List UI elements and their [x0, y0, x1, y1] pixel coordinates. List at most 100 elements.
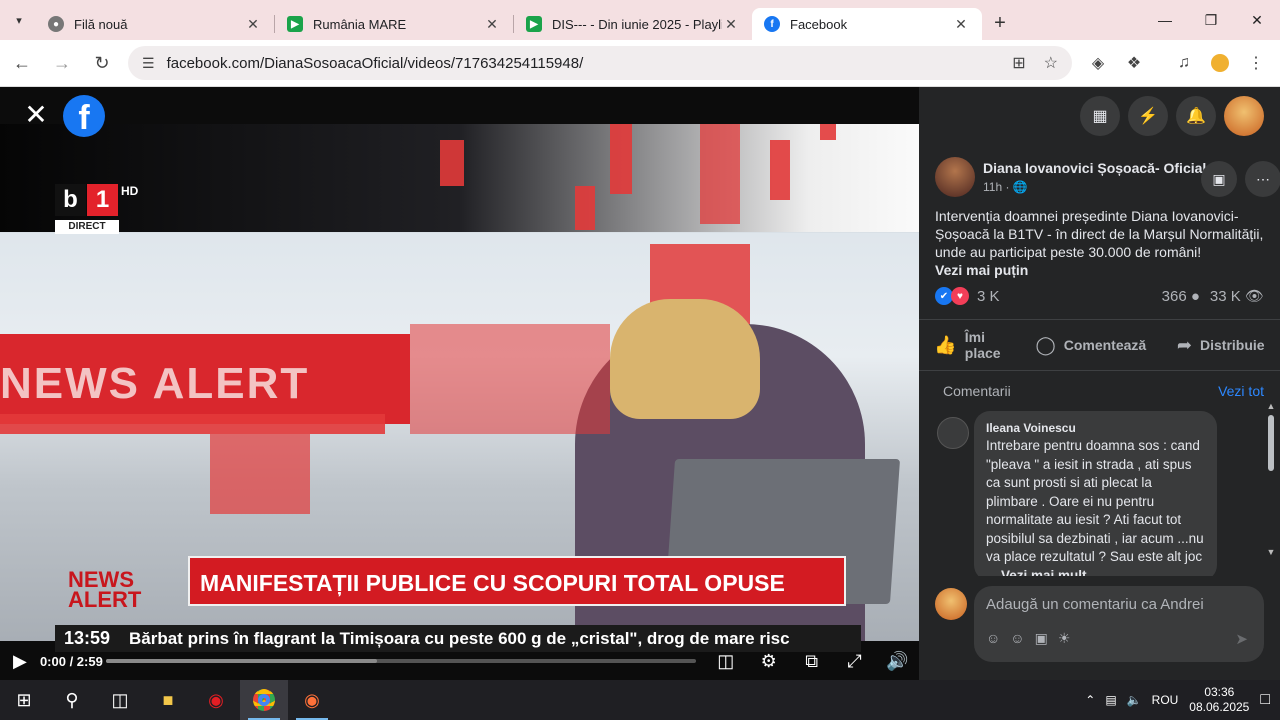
my-avatar[interactable]: [935, 588, 967, 620]
comment-text: Intrebare pentru doamna sos : cand "plea…: [986, 438, 1204, 576]
network-icon[interactable]: ▤: [1105, 693, 1116, 707]
tab-playlist[interactable]: ▶ DIS--- - Din iunie 2025 - Playlist ✕: [514, 8, 752, 40]
reaction-count[interactable]: 3 K: [977, 288, 1000, 305]
chrome-taskbar-icon[interactable]: [240, 680, 288, 720]
recorder-icon[interactable]: ◉: [192, 680, 240, 720]
play-icon: ▶: [526, 16, 542, 32]
minimize-icon[interactable]: —: [1142, 0, 1188, 40]
post-author[interactable]: Diana Iovanovici Șoșoacă- Oficial: [983, 160, 1206, 176]
tab-romania-mare[interactable]: ▶ Rumânia MARE ✕: [275, 8, 513, 40]
send-icon[interactable]: ➤: [1235, 630, 1248, 648]
close-tab-icon[interactable]: ✕: [722, 16, 740, 33]
glitch-block: [700, 124, 740, 224]
comment-placeholder[interactable]: Adaugă un comentariu ca Andrei: [986, 596, 1204, 613]
kebab-menu-icon[interactable]: ⋮: [1238, 45, 1274, 81]
love-reaction-icon[interactable]: ♥: [951, 287, 969, 305]
tray-chevron-icon[interactable]: ⌃: [1085, 693, 1095, 707]
news-alert-label: NEWS ALERT: [68, 567, 142, 612]
like-label: Îmi place: [964, 329, 1001, 361]
start-windows-icon[interactable]: ⊞: [0, 680, 48, 720]
glitch-block: [770, 140, 790, 200]
author-avatar[interactable]: [935, 157, 975, 197]
post-text: Intervenția doamnei președinte Diana Iov…: [919, 201, 1280, 279]
restore-icon[interactable]: ❐: [1188, 0, 1234, 40]
close-tab-icon[interactable]: ✕: [952, 16, 970, 33]
speaker-icon[interactable]: 🔈: [1127, 693, 1142, 707]
profile-switch-icon[interactable]: ◈: [1080, 45, 1116, 81]
captions-icon[interactable]: ◫: [704, 651, 747, 672]
close-tab-icon[interactable]: ✕: [483, 16, 501, 33]
fullscreen-icon[interactable]: ⤢: [833, 651, 876, 672]
gif-icon[interactable]: ▣: [1035, 630, 1048, 647]
comment-button[interactable]: ◯ Comentează: [1036, 335, 1147, 356]
firefox-icon[interactable]: ◉: [288, 680, 336, 720]
post-sidebar: ▦ ⚡ 🔔 Diana Iovanovici Șoșoacă- Oficial …: [919, 87, 1280, 680]
logo-b: b: [55, 184, 86, 216]
scroll-up-icon[interactable]: ▲: [1266, 401, 1276, 411]
browser-tab-strip: ▾ ● Filă nouă ✕ ▶ Rumânia MARE ✕ ▶ DIS--…: [0, 0, 1280, 40]
scroll-thumb[interactable]: [1268, 415, 1274, 471]
like-button[interactable]: 👍 Îmi place: [934, 329, 1004, 361]
install-app-icon[interactable]: ⊞: [1012, 53, 1025, 73]
logo-hd: HD: [121, 184, 139, 198]
notifications-icon[interactable]: □: [1260, 691, 1270, 709]
address-bar[interactable]: ☰ facebook.com/DianaSosoacaOficial/video…: [128, 46, 1072, 80]
search-icon[interactable]: ⚲: [48, 680, 96, 720]
facebook-logo-icon[interactable]: f: [63, 95, 105, 137]
avatar-sticker-icon[interactable]: ☺: [986, 630, 1000, 647]
close-window-icon[interactable]: ✕: [1234, 0, 1280, 40]
scroll-down-icon[interactable]: ▼: [1266, 547, 1276, 557]
menu-grid-icon[interactable]: ▦: [1080, 96, 1120, 136]
commenter-name[interactable]: Ileana Voinescu: [986, 421, 1205, 435]
play-icon[interactable]: ▶: [0, 651, 40, 672]
see-less-link[interactable]: Vezi mai puțin: [935, 261, 1264, 279]
sticker-icon[interactable]: ☀: [1058, 630, 1071, 647]
url-text[interactable]: facebook.com/DianaSosoacaOficial/videos/…: [167, 55, 995, 72]
see-all-link[interactable]: Vezi tot: [1218, 383, 1264, 399]
progress-bar[interactable]: [105, 659, 697, 663]
b1-tv-logo: b 1 HD DIRECT: [55, 184, 138, 242]
post-actions: 👍 Îmi place ◯ Comentează ➦ Distribuie: [919, 319, 1280, 371]
emoji-icon[interactable]: ☺: [1010, 630, 1024, 647]
tab-search-chevron-icon[interactable]: ▾: [2, 5, 36, 35]
media-controls-icon[interactable]: ♫: [1166, 45, 1202, 81]
post-header: Diana Iovanovici Șoșoacă- Oficial 11h · …: [919, 145, 1280, 201]
video-player[interactable]: NEWS ALERT b 1 HD DIRECT NEWS ALERT MANI…: [0, 87, 919, 680]
account-avatar[interactable]: [1224, 96, 1264, 136]
see-more-link[interactable]: Vezi mai mult: [1001, 568, 1087, 577]
new-tab-plus-icon[interactable]: +: [982, 12, 1018, 35]
share-button[interactable]: ➦ Distribuie: [1177, 335, 1265, 356]
back-icon[interactable]: ←: [4, 45, 40, 81]
video-controls: ▶ 0:00 / 2:59 ◫ ⚙ ⧉ ⤢ 🔊: [0, 642, 919, 680]
clock[interactable]: 03:36 08.06.2025: [1188, 685, 1250, 715]
glitch-block: [410, 324, 610, 434]
commenter-avatar[interactable]: [937, 417, 969, 449]
reload-icon[interactable]: ↻: [84, 45, 120, 81]
volume-icon[interactable]: 🔊: [876, 651, 919, 672]
extensions-puzzle-icon[interactable]: ❖: [1116, 45, 1152, 81]
bookmark-star-icon[interactable]: ☆: [1044, 53, 1058, 73]
file-explorer-icon[interactable]: ■: [144, 680, 192, 720]
glitch-block: [0, 414, 385, 434]
comment-count[interactable]: 366 ●: [1162, 288, 1200, 305]
language-indicator[interactable]: ROU: [1152, 693, 1179, 707]
close-tab-icon[interactable]: ✕: [244, 16, 262, 33]
save-post-icon[interactable]: ▣: [1201, 161, 1237, 197]
close-video-icon[interactable]: ✕: [18, 97, 54, 133]
comments-scrollbar[interactable]: ▲ ▼: [1266, 401, 1276, 561]
task-view-icon[interactable]: ◫: [96, 680, 144, 720]
picture-in-picture-icon[interactable]: ⧉: [790, 651, 833, 672]
tab-new-tab[interactable]: ● Filă nouă ✕: [36, 8, 274, 40]
comment-input[interactable]: Adaugă un comentariu ca Andrei ☺ ☺ ▣ ☀ ➤: [974, 586, 1264, 662]
site-info-icon[interactable]: ☰: [142, 55, 155, 72]
settings-gear-icon[interactable]: ⚙: [747, 651, 790, 672]
messenger-icon[interactable]: ⚡: [1128, 96, 1168, 136]
more-options-icon[interactable]: ⋯: [1245, 161, 1280, 197]
play-icon: ▶: [287, 16, 303, 32]
profile-avatar-icon[interactable]: [1202, 45, 1238, 81]
composer-tools: ☺ ☺ ▣ ☀: [986, 630, 1070, 647]
notifications-bell-icon[interactable]: 🔔: [1176, 96, 1216, 136]
tab-facebook[interactable]: f Facebook ✕: [752, 8, 982, 40]
forward-icon[interactable]: →: [44, 45, 80, 81]
comments-title: Comentarii: [943, 383, 1011, 399]
